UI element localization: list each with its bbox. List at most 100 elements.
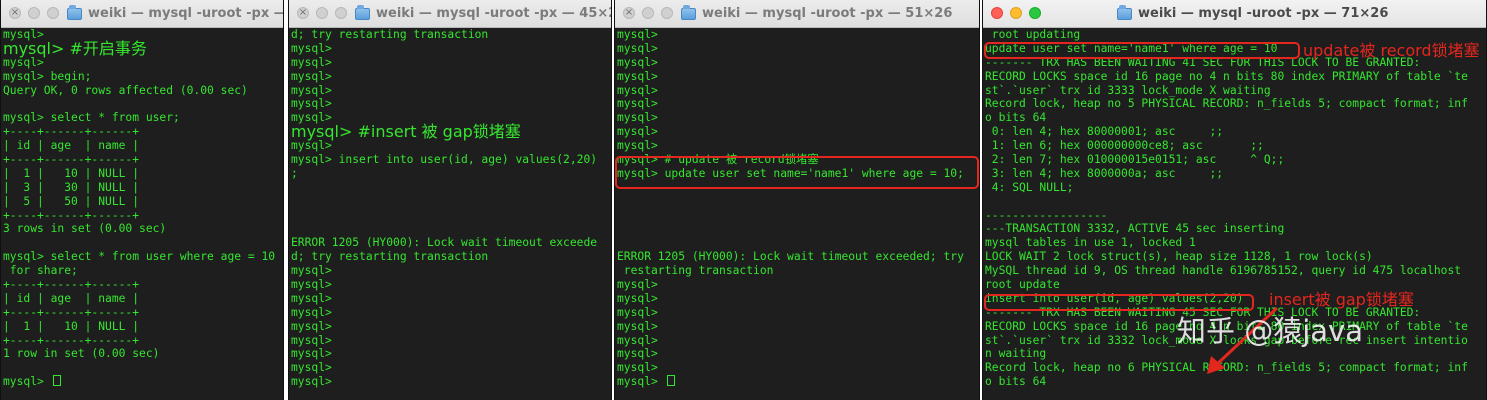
terminal-line: mysql>: [617, 305, 658, 319]
terminal-line: st`.`user` trx id 3333 lock_mode X waiti…: [985, 83, 1271, 97]
terminal-line: mysql>: [617, 41, 658, 55]
terminal-window-1[interactable]: weiki — mysql -uroot -px — 4... mysql> m…: [0, 0, 284, 400]
terminal-line: mysql>: [291, 97, 332, 111]
close-button[interactable]: [623, 7, 635, 19]
terminal-line: mysql>: [291, 83, 332, 97]
terminal-line: mysql>: [617, 139, 658, 153]
terminal-line: ------------------: [985, 208, 1108, 222]
window-controls: [9, 7, 59, 19]
terminal-line: o bits 64: [985, 111, 1047, 125]
terminal-line: mysql>: [291, 319, 332, 333]
terminal-line: mysql>: [617, 291, 658, 305]
text-cursor: [52, 375, 61, 387]
terminal-line: | id | age | name |: [3, 139, 140, 153]
terminal-line: for share;: [3, 264, 78, 278]
terminal-line: 0: len 4; hex 80000001; asc ;;: [985, 125, 1224, 139]
terminal-line: mysql>: [617, 69, 658, 83]
text-cursor: [666, 375, 675, 387]
terminal-line: | 1 | 10 | NULL |: [3, 319, 140, 333]
terminal-output[interactable]: mysql> mysql> #开启事务 mysql> mysql> begin;…: [1, 28, 283, 400]
zoom-button[interactable]: [1029, 7, 1041, 19]
window-title: weiki — mysql -uroot -px — 71×26: [1117, 4, 1388, 21]
terminal-line: | id | age | name |: [3, 291, 140, 305]
terminal-line: 1 row in set (0.00 sec): [3, 347, 160, 361]
title-bar[interactable]: weiki — mysql -uroot -px — 45×26: [289, 0, 611, 28]
folder-icon: [355, 4, 370, 20]
terminal-window-4[interactable]: weiki — mysql -uroot -px — 71×26 root up…: [982, 0, 1487, 400]
minimize-button[interactable]: [1010, 7, 1022, 19]
terminal-line: mysql>: [617, 28, 658, 41]
terminal-line: mysql> insert into user(id, age) values(…: [291, 153, 598, 167]
zoom-button[interactable]: [335, 7, 347, 19]
window-title: weiki — mysql -uroot -px — 51×26: [681, 4, 953, 21]
terminal-prompt-line[interactable]: mysql>: [1, 375, 283, 389]
annotation-update-blocked: update被 record锁堵塞: [1303, 41, 1480, 60]
terminal-line: Query OK, 0 rows affected (0.00 sec): [3, 83, 248, 97]
terminal-line: +----+------+------+: [3, 278, 140, 292]
terminal-line: ;: [291, 166, 298, 180]
close-button[interactable]: [9, 7, 21, 19]
close-button[interactable]: [991, 7, 1003, 19]
title-bar[interactable]: weiki — mysql -uroot -px — 71×26: [983, 0, 1486, 28]
title-bar[interactable]: weiki — mysql -uroot -px — 4...: [1, 0, 283, 28]
terminal-line: mysql>: [291, 139, 332, 153]
minimize-button[interactable]: [28, 7, 40, 19]
terminal-line: mysql>: [291, 69, 332, 83]
window-controls: [297, 7, 347, 19]
terminal-line: mysql>: [617, 55, 658, 69]
terminal-line: mysql>: [617, 375, 665, 389]
terminal-line: mysql>: [291, 333, 332, 347]
terminal-line: 2: len 7; hex 010000015e0151; asc ^ Q;;: [985, 153, 1285, 167]
terminal-window-3[interactable]: weiki — mysql -uroot -px — 51×26 mysql> …: [614, 0, 980, 400]
folder-icon: [1117, 4, 1132, 20]
terminal-line: mysql> select * from user;: [3, 111, 180, 125]
terminal-output[interactable]: d; try restarting transaction mysql> mys…: [289, 28, 611, 400]
terminal-prompt-line[interactable]: mysql>: [615, 375, 979, 389]
terminal-line: mysql>: [617, 361, 658, 375]
window-title-text: weiki — mysql -uroot -px — 4...: [88, 6, 283, 21]
terminal-line: mysql>: [617, 278, 658, 292]
highlight-box-update: [615, 156, 979, 189]
window-controls: [623, 7, 673, 19]
terminal-line: 3 rows in set (0.00 sec): [3, 222, 167, 236]
terminal-output[interactable]: mysql> mysql> mysql> mysql> mysql> mysql…: [615, 28, 979, 400]
terminal-line: mysql> begin;: [3, 69, 92, 83]
zoom-button[interactable]: [661, 7, 673, 19]
terminal-line: LOCK WAIT 2 lock struct(s), heap size 11…: [985, 250, 1373, 264]
terminal-line: 1: len 6; hex 000000000ce8; asc ;;: [985, 139, 1264, 153]
minimize-button[interactable]: [316, 7, 328, 19]
terminal-line: mysql>: [291, 264, 332, 278]
terminal-window-2[interactable]: weiki — mysql -uroot -px — 45×26 d; try …: [288, 0, 612, 400]
terminal-line: +----+------+------+: [3, 153, 140, 167]
terminal-line: 3: len 4; hex 8000000a; asc ;;: [985, 166, 1224, 180]
minimize-button[interactable]: [642, 7, 654, 19]
terminal-line: | 5 | 50 | NULL |: [3, 194, 140, 208]
watermark: 知乎 @猿java: [1177, 314, 1363, 348]
terminal-line: d; try restarting transaction: [291, 250, 489, 264]
terminal-line: ERROR 1205 (HY000): Lock wait timeout ex…: [291, 236, 598, 250]
terminal-line: o bits 64: [985, 375, 1047, 389]
terminal-line: Record lock, heap no 5 PHYSICAL RECORD: …: [985, 97, 1468, 111]
window-title: weiki — mysql -uroot -px — 4...: [67, 4, 283, 21]
close-button[interactable]: [297, 7, 309, 19]
terminal-line: mysql>: [617, 83, 658, 97]
folder-icon: [681, 4, 696, 20]
terminal-line: | 1 | 10 | NULL |: [3, 166, 140, 180]
zoom-button[interactable]: [47, 7, 59, 19]
terminal-line: +----+------+------+: [3, 125, 140, 139]
title-bar[interactable]: weiki — mysql -uroot -px — 51×26: [615, 0, 979, 28]
annotation-insert-blocked: insert被 gap锁堵塞: [1269, 290, 1414, 309]
terminal-line: | 3 | 30 | NULL |: [3, 180, 140, 194]
window-title-text: weiki — mysql -uroot -px — 51×26: [702, 6, 953, 21]
